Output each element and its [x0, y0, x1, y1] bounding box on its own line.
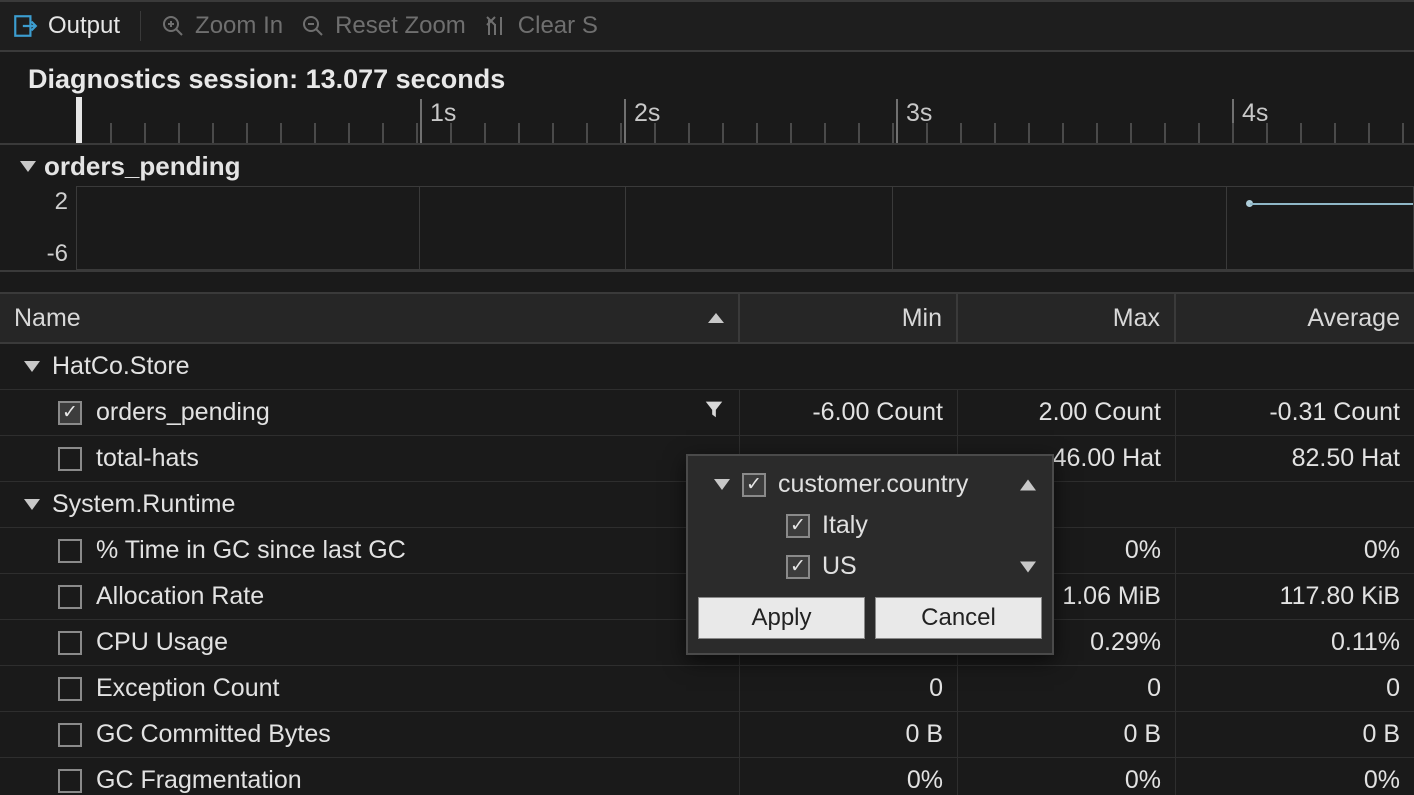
clear-icon	[484, 14, 508, 38]
session-label: Diagnostics session: 13.077 seconds	[0, 52, 1414, 101]
zoom-in-icon	[161, 14, 185, 38]
chart-ymin: -6	[47, 240, 68, 268]
timeline-ruler[interactable]: 1s2s3s4s	[0, 97, 1414, 145]
filter-option-checkbox[interactable]	[786, 555, 810, 579]
row-avg-cell: 0.11%	[1176, 620, 1414, 665]
expand-icon	[714, 479, 730, 490]
row-checkbox[interactable]	[58, 631, 82, 655]
group-row[interactable]: HatCo.Store	[0, 344, 1414, 390]
filter-option-checkbox[interactable]	[786, 514, 810, 538]
col-avg[interactable]: Average	[1176, 294, 1414, 342]
filter-option-row[interactable]: US	[696, 546, 1044, 587]
row-name-label: Exception Count	[96, 674, 279, 703]
apply-button[interactable]: Apply	[698, 597, 865, 639]
collapse-icon	[24, 499, 40, 510]
row-avg-cell: -0.31 Count	[1176, 390, 1414, 435]
chart-yaxis: 2 -6	[0, 186, 76, 270]
chart-plot[interactable]	[76, 186, 1414, 270]
row-min-cell: 0%	[740, 758, 958, 795]
row-name-cell[interactable]: Exception Count	[0, 666, 740, 711]
row-checkbox[interactable]	[58, 401, 82, 425]
row-min-cell: -6.00 Count	[740, 390, 958, 435]
row-name-cell[interactable]: orders_pending	[0, 390, 740, 435]
row-name-label: GC Fragmentation	[96, 766, 302, 795]
toolbar-divider	[140, 11, 141, 41]
row-avg-cell: 0%	[1176, 758, 1414, 795]
filter-option-label: Italy	[822, 511, 868, 540]
output-label: Output	[48, 12, 120, 40]
output-icon	[12, 13, 38, 39]
table-row: GC Fragmentation0%0%0%	[0, 758, 1414, 795]
row-max-cell: 2.00 Count	[958, 390, 1176, 435]
row-name-label: orders_pending	[96, 398, 270, 427]
row-checkbox[interactable]	[58, 585, 82, 609]
trace-line	[1250, 203, 1413, 205]
row-name-label: % Time in GC since last GC	[96, 536, 406, 565]
row-max-cell: 0	[958, 666, 1176, 711]
row-name-cell[interactable]: % Time in GC since last GC	[0, 528, 740, 573]
row-name-label: Allocation Rate	[96, 582, 264, 611]
filter-field-row[interactable]: customer.country	[696, 464, 1044, 505]
reset-zoom-label: Reset Zoom	[335, 12, 466, 40]
row-max-cell: 0%	[958, 758, 1176, 795]
filter-popup: customer.country Italy US Apply Cancel	[686, 454, 1054, 655]
group-label: System.Runtime	[52, 490, 235, 519]
col-name[interactable]: Name	[0, 294, 740, 342]
row-checkbox[interactable]	[58, 723, 82, 747]
clear-label: Clear S	[518, 12, 598, 40]
reset-zoom-icon	[301, 14, 325, 38]
lane-title: orders_pending	[44, 151, 240, 182]
scroll-up-icon[interactable]	[1020, 479, 1036, 490]
scroll-down-icon[interactable]	[1020, 561, 1036, 572]
reset-zoom-button[interactable]: Reset Zoom	[301, 2, 466, 50]
row-checkbox[interactable]	[58, 769, 82, 793]
filter-icon[interactable]	[703, 398, 725, 427]
row-avg-cell: 0%	[1176, 528, 1414, 573]
filter-field-label: customer.country	[778, 470, 968, 499]
chart-ymax: 2	[55, 188, 68, 216]
row-checkbox[interactable]	[58, 447, 82, 471]
row-name-cell[interactable]: CPU Usage	[0, 620, 740, 665]
filter-option-row[interactable]: Italy	[696, 505, 1044, 546]
row-min-cell: 0 B	[740, 712, 958, 757]
group-label: HatCo.Store	[52, 352, 190, 381]
row-name-label: GC Committed Bytes	[96, 720, 331, 749]
row-name-cell[interactable]: GC Committed Bytes	[0, 712, 740, 757]
clear-button[interactable]: Clear S	[484, 2, 598, 50]
zoom-in-label: Zoom In	[195, 12, 283, 40]
lane-header[interactable]: orders_pending	[0, 145, 1414, 186]
timeline-cursor[interactable]	[76, 97, 82, 143]
table-row: Exception Count000	[0, 666, 1414, 712]
row-avg-cell: 82.50 Hat	[1176, 436, 1414, 481]
row-checkbox[interactable]	[58, 539, 82, 563]
cancel-button[interactable]: Cancel	[875, 597, 1042, 639]
table-row: orders_pending -6.00 Count2.00 Count-0.31…	[0, 390, 1414, 436]
row-avg-cell: 117.80 KiB	[1176, 574, 1414, 619]
row-avg-cell: 0 B	[1176, 712, 1414, 757]
row-max-cell: 0 B	[958, 712, 1176, 757]
row-name-cell[interactable]: GC Fragmentation	[0, 758, 740, 795]
row-avg-cell: 0	[1176, 666, 1414, 711]
filter-option-label: US	[822, 552, 857, 581]
col-max[interactable]: Max	[958, 294, 1176, 342]
sort-asc-icon	[708, 313, 724, 323]
table-header: Name Min Max Average	[0, 294, 1414, 344]
toolbar: Output Zoom In Reset Zoom Clear S	[0, 0, 1414, 52]
row-name-label: CPU Usage	[96, 628, 228, 657]
row-name-label: total-hats	[96, 444, 199, 473]
output-button[interactable]: Output	[12, 2, 120, 50]
row-name-cell[interactable]: total-hats	[0, 436, 740, 481]
col-min[interactable]: Min	[740, 294, 958, 342]
collapse-icon	[24, 361, 40, 372]
table-row: GC Committed Bytes0 B0 B0 B	[0, 712, 1414, 758]
row-name-cell[interactable]: Allocation Rate	[0, 574, 740, 619]
zoom-in-button[interactable]: Zoom In	[161, 2, 283, 50]
ruler-tick: 4s	[1232, 99, 1268, 143]
collapse-icon	[20, 161, 36, 172]
filter-field-checkbox[interactable]	[742, 473, 766, 497]
row-min-cell: 0	[740, 666, 958, 711]
row-checkbox[interactable]	[58, 677, 82, 701]
chart-lane: 2 -6	[0, 186, 1414, 272]
